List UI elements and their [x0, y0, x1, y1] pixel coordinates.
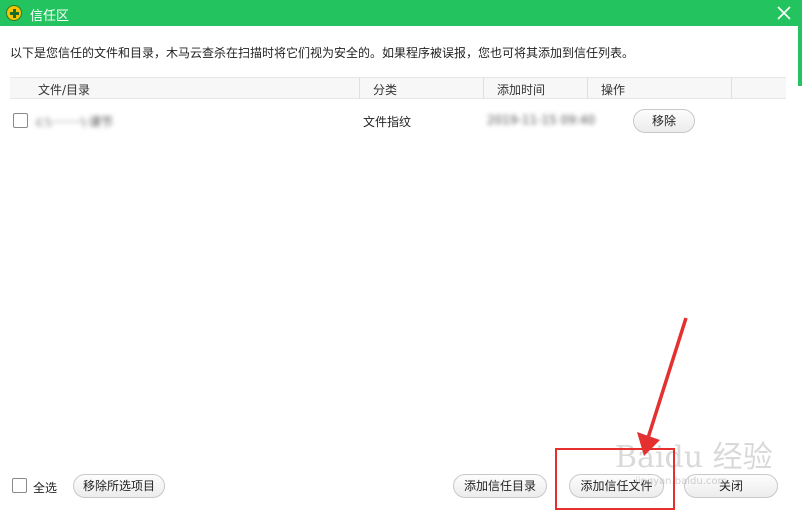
annotation-arrow-icon [637, 317, 688, 456]
column-header-time: 添加时间 [497, 83, 546, 97]
close-dialog-button[interactable]: 关闭 [684, 474, 778, 498]
column-divider [731, 78, 732, 99]
column-divider [359, 78, 360, 99]
close-icon [777, 6, 791, 20]
description-text: 以下是您信任的文件和目录，木马云查杀在扫描时将它们视为安全的。如果程序被误报，您… [10, 46, 635, 60]
table-header: 文件/目录 分类 添加时间 操作 [10, 77, 786, 99]
trusted-list-table: 文件/目录 分类 添加时间 操作 c:\········\·课节 文件指纹 20… [10, 77, 786, 143]
column-divider [483, 78, 484, 99]
row-checkbox[interactable] [13, 113, 28, 128]
title-bar: 信任区 [0, 0, 802, 26]
column-divider [587, 78, 588, 99]
select-all-label: 全选 [33, 481, 58, 495]
row-category: 文件指纹 [363, 115, 412, 129]
column-header-action: 操作 [601, 83, 626, 97]
row-path: c:\········\·课节 [36, 115, 114, 129]
column-header-path: 文件/目录 [38, 83, 91, 97]
column-header-category: 分类 [373, 83, 398, 97]
table-row: c:\········\·课节 文件指纹 2019-11-15 09:40 移除 [10, 99, 786, 143]
window-edge [798, 26, 802, 86]
row-time: 2019-11-15 09:40 [487, 113, 596, 127]
app-shield-icon [6, 5, 22, 21]
close-button[interactable] [766, 0, 802, 26]
window-title: 信任区 [30, 9, 70, 24]
add-trusted-dir-button[interactable]: 添加信任目录 [453, 474, 547, 498]
remove-selected-button[interactable]: 移除所选项目 [73, 474, 165, 498]
remove-button[interactable]: 移除 [633, 109, 695, 133]
select-all-checkbox[interactable] [12, 478, 27, 493]
